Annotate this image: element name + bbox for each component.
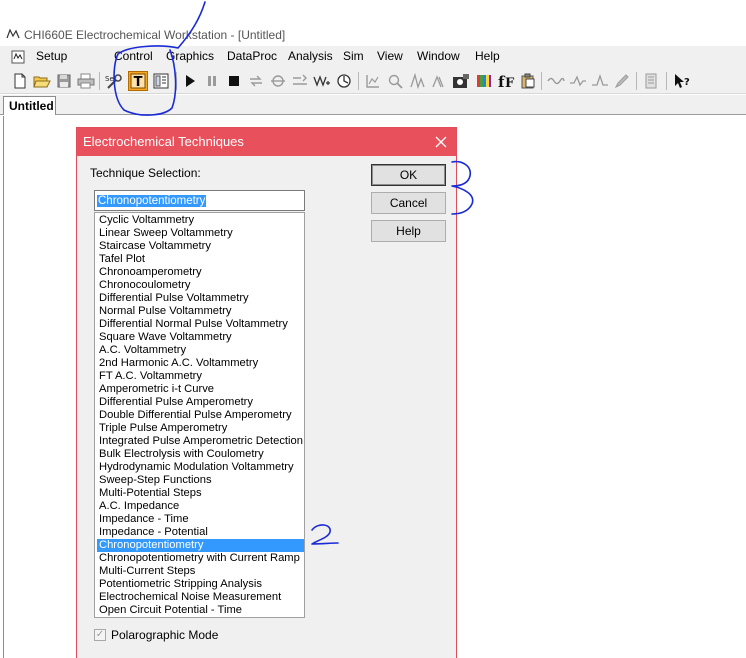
technique-item[interactable]: 2nd Harmonic A.C. Voltammetry — [97, 357, 304, 370]
technique-item[interactable]: FT A.C. Voltammetry — [97, 370, 304, 383]
technique-item[interactable]: Square Wave Voltammetry — [97, 331, 304, 344]
setup-wrench-icon[interactable]: Set — [104, 71, 124, 91]
menu-view[interactable]: View — [377, 49, 403, 63]
menu-dataproc[interactable]: DataProc — [227, 49, 277, 63]
window-title: CHI660E Electrochemical Workstation - [U… — [24, 28, 286, 42]
menu-window[interactable]: Window — [417, 49, 460, 63]
open-circuit-icon[interactable] — [334, 71, 354, 91]
cell-stand-icon[interactable] — [312, 71, 332, 91]
technique-item[interactable]: A.C. Voltammetry — [97, 344, 304, 357]
app-icon[interactable] — [6, 28, 20, 40]
ok-button[interactable]: OK — [371, 164, 446, 186]
technique-item[interactable]: Open Circuit Potential - Time — [97, 604, 304, 617]
new-document-icon[interactable] — [10, 71, 30, 91]
add-plot-icon[interactable] — [429, 71, 449, 91]
list-notes-icon[interactable] — [641, 71, 661, 91]
graph-view-icon[interactable] — [363, 71, 383, 91]
copy-clipboard-icon[interactable] — [518, 71, 538, 91]
technique-item[interactable]: Integrated Pulse Amperometric Detection — [97, 435, 304, 448]
technique-item[interactable]: Differential Pulse Voltammetry — [97, 292, 304, 305]
chi-logo-icon — [6, 28, 20, 39]
smooth-wave-icon[interactable] — [546, 71, 566, 91]
integrate-wave-icon[interactable] — [590, 71, 610, 91]
menu-control[interactable]: Control — [114, 49, 153, 63]
technique-item[interactable]: Impedance - Time — [97, 513, 304, 526]
technique-item[interactable]: Multi-Current Steps — [97, 565, 304, 578]
close-icon — [435, 136, 447, 148]
technique-item[interactable]: A.C. Impedance — [97, 500, 304, 513]
font-f-icon[interactable]: fF — [496, 71, 516, 91]
technique-item[interactable]: Amperometric i-t Curve — [97, 383, 304, 396]
pen-icon[interactable] — [612, 71, 632, 91]
technique-item[interactable]: Differential Pulse Amperometry — [97, 396, 304, 409]
technique-item[interactable]: Differential Normal Pulse Voltammetry — [97, 318, 304, 331]
cancel-button[interactable]: Cancel — [371, 192, 446, 214]
technique-input[interactable]: Chronopotentiometry — [94, 190, 305, 211]
technique-item-selected[interactable]: Chronopotentiometry — [97, 539, 304, 552]
technique-item[interactable]: Electrochemical Noise Measurement — [97, 591, 304, 604]
zoom-icon[interactable] — [385, 71, 405, 91]
technique-item[interactable]: Impedance - Potential — [97, 526, 304, 539]
technique-item[interactable]: Chronopotentiometry with Current Ramp — [97, 552, 304, 565]
toolbar: Set T fF ? — [0, 68, 746, 94]
save-disk-icon[interactable] — [54, 71, 74, 91]
technique-item[interactable]: Chronocoulometry — [97, 279, 304, 292]
menu-sim[interactable]: Sim — [343, 49, 364, 63]
close-button[interactable] — [431, 132, 451, 152]
polarographic-mode-label: Polarographic Mode — [111, 628, 219, 642]
menu-help[interactable]: Help — [475, 49, 500, 63]
technique-item[interactable]: Potentiometric Stripping Analysis — [97, 578, 304, 591]
technique-selection-label: Technique Selection: — [90, 166, 201, 180]
technique-item[interactable]: Linear Sweep Voltammetry — [97, 227, 304, 240]
parameters-icon[interactable] — [151, 71, 171, 91]
derivative-wave-icon[interactable] — [568, 71, 588, 91]
dialog-title-bar[interactable]: Electrochemical Techniques — [77, 128, 456, 156]
dialog-title: Electrochemical Techniques — [83, 134, 244, 149]
pause-icon[interactable] — [202, 71, 222, 91]
run-play-icon[interactable] — [180, 71, 200, 91]
technique-item[interactable]: Hydrodynamic Modulation Voltammetry — [97, 461, 304, 474]
technique-item[interactable]: Bulk Electrolysis with Coulometry — [97, 448, 304, 461]
ir-compensation-icon[interactable] — [268, 71, 288, 91]
open-folder-icon[interactable] — [32, 71, 52, 91]
technique-item[interactable]: Cyclic Voltammetry — [97, 214, 304, 227]
document-tab-bar: Untitled — [0, 95, 746, 115]
menu-graphics[interactable]: Graphics — [166, 49, 214, 63]
menu-setup[interactable]: Setup — [36, 49, 67, 63]
technique-item[interactable]: Multi-Potential Steps — [97, 487, 304, 500]
technique-input-value: Chronopotentiometry — [97, 195, 207, 207]
svg-text:T: T — [134, 75, 143, 89]
reverse-scan-icon[interactable] — [246, 71, 266, 91]
technique-item[interactable]: Staircase Voltammetry — [97, 240, 304, 253]
menu-analysis[interactable]: Analysis — [288, 49, 333, 63]
title-bar: CHI660E Electrochemical Workstation - [U… — [0, 0, 746, 44]
tab-untitled[interactable]: Untitled — [3, 96, 56, 115]
overlay-plot-icon[interactable] — [407, 71, 427, 91]
technique-listbox[interactable]: Cyclic Voltammetry Linear Sweep Voltammet… — [94, 212, 305, 618]
filter-icon[interactable] — [290, 71, 310, 91]
electrochemical-techniques-dialog: Electrochemical Techniques Technique Sel… — [76, 127, 457, 658]
info-image-icon[interactable] — [451, 71, 471, 91]
menu-bar: Setup Control Graphics DataProc Analysis… — [0, 46, 746, 68]
svg-text:F: F — [505, 76, 515, 89]
technique-item[interactable]: Chronoamperometry — [97, 266, 304, 279]
technique-item[interactable]: Double Differential Pulse Amperometry — [97, 409, 304, 422]
technique-item[interactable]: Triple Pulse Amperometry — [97, 422, 304, 435]
technique-item[interactable]: Normal Pulse Voltammetry — [97, 305, 304, 318]
technique-t-icon[interactable]: T — [128, 71, 148, 91]
technique-item[interactable]: Tafel Plot — [97, 253, 304, 266]
polarographic-mode-checkbox[interactable]: ✓ — [94, 629, 106, 641]
help-button[interactable]: Help — [371, 220, 446, 242]
help-pointer-icon[interactable]: ? — [672, 71, 692, 91]
stop-icon[interactable] — [224, 71, 244, 91]
color-bars-icon[interactable] — [474, 71, 494, 91]
technique-item[interactable]: Sweep-Step Functions — [97, 474, 304, 487]
document-system-icon[interactable] — [10, 49, 26, 65]
print-icon[interactable] — [76, 71, 96, 91]
svg-text:?: ? — [684, 77, 690, 88]
